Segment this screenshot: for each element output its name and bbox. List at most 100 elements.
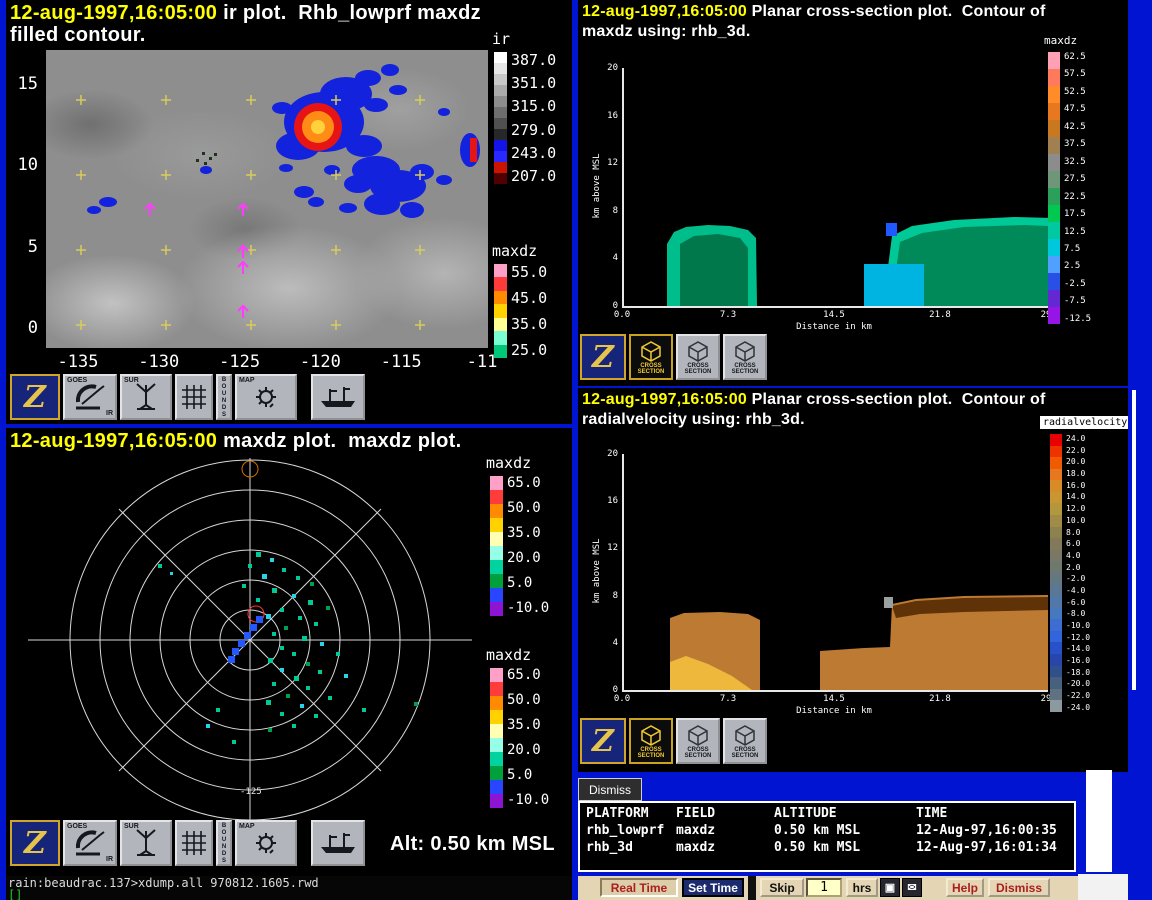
grid-button[interactable] [175, 820, 213, 866]
colorbar-value: -20.0 [1066, 679, 1090, 688]
map-button[interactable]: MAP [235, 374, 297, 420]
tick-label: 7.3 [720, 694, 736, 704]
map-button[interactable]: MAP [235, 820, 297, 866]
window-icon[interactable]: ▣ [880, 878, 900, 897]
xsec1-y-axis: 201612840 [600, 68, 618, 306]
bounds-button[interactable]: BOUNDS [216, 374, 232, 420]
tick-label: -125 [219, 352, 260, 372]
ship-button[interactable] [311, 374, 365, 420]
colorbar-value: -16.0 [1066, 656, 1090, 665]
radialvelocity-cross-section-plot[interactable] [622, 454, 1048, 692]
taskbar-dismiss-button[interactable]: Dismiss [988, 878, 1050, 897]
cross-section-button[interactable]: CROSSSECTION [629, 334, 673, 380]
xsec2-title-time: 12-aug-1997,16:05:00 [582, 391, 747, 408]
table-cell: 12-Aug-97,16:00:35 [916, 823, 1074, 840]
info-dismiss-button[interactable]: Dismiss [578, 778, 642, 801]
time-control-taskbar: Real Time Set Time Skip hrs ▣ ✉ Help Dis… [578, 876, 1078, 900]
hrs-button[interactable]: hrs [846, 878, 878, 897]
colorbar-value: 20.0 [1066, 457, 1090, 466]
tick-label: 21.8 [929, 310, 951, 320]
colorbar-value: -10.0 [507, 601, 549, 616]
xsec2-x-axis-label: Distance in km [622, 706, 1046, 716]
cross-section-button[interactable]: CROSSSECTION [723, 334, 767, 380]
terminal-window[interactable]: rain:beaudrac.137>xdump.all 970812.1605.… [6, 876, 572, 900]
colorbar-value: 5.0 [507, 576, 549, 591]
xsec1-y-axis-label: km above MSL [592, 141, 602, 231]
ship-button[interactable] [311, 820, 365, 866]
colorbar-value: 20.0 [507, 743, 549, 758]
tick-label: 14.5 [823, 310, 845, 320]
zeb-logo-button[interactable]: Z [580, 718, 626, 764]
colorbar-value: 50.0 [507, 693, 549, 708]
cross-section-button-label: CROSSSECTION [685, 363, 712, 375]
colorbar-value: 279.0 [511, 122, 556, 138]
ir-colorbar: 387.0351.0315.0279.0243.0207.0 [494, 52, 556, 184]
colorbar-value: 17.5 [1064, 209, 1091, 219]
colorbar-value: -24.0 [1066, 703, 1090, 712]
tick-label: 20 [607, 449, 618, 459]
mail-icon[interactable]: ✉ [902, 878, 922, 897]
zeb-logo-button[interactable]: Z [580, 334, 626, 380]
colorbar-value: 52.5 [1064, 87, 1091, 97]
tick-label: -120 [300, 352, 341, 372]
table-cell: ALTITUDE [774, 806, 916, 823]
sur-button[interactable]: SUR [120, 374, 172, 420]
tick-label: 5 [28, 237, 38, 257]
colorbar-value: -7.5 [1064, 296, 1091, 306]
table-cell: FIELD [676, 806, 774, 823]
xsec1-toolbar: ZCROSSSECTIONCROSSSECTIONCROSSSECTION [580, 334, 767, 380]
radar-title-time: 12-aug-1997,16:05:00 [10, 430, 217, 452]
cross-section-button[interactable]: CROSSSECTION [629, 718, 673, 764]
colorbar-value: 387.0 [511, 52, 556, 68]
skip-value-input[interactable] [806, 878, 842, 897]
ir-title-line2: filled contour. [10, 24, 146, 47]
tick-label: 14.5 [823, 694, 845, 704]
skip-button[interactable]: Skip [760, 878, 804, 897]
colorbar-gradient [494, 52, 507, 184]
toolbar-button-label: GOES [67, 377, 87, 384]
cross-section-button[interactable]: CROSSSECTION [676, 718, 720, 764]
goes-ir-button[interactable]: GOESIR [63, 374, 117, 420]
ir-x-axis: -135-130-125-120-115-11 [78, 352, 482, 370]
colorbar-value: 35.0 [507, 718, 549, 733]
border-scroll-indicator[interactable] [1132, 390, 1136, 690]
xsec2-colorbar: 24.022.020.018.016.014.012.010.08.06.04.… [1050, 434, 1090, 712]
zeb-logo-button[interactable]: Z [10, 374, 60, 420]
sur-button[interactable]: SUR [120, 820, 172, 866]
goes-ir-button[interactable]: GOESIR [63, 820, 117, 866]
maxdz-cross-section-plot[interactable] [622, 68, 1048, 308]
colorbar-value: 45.0 [511, 290, 547, 306]
grid-button[interactable] [175, 374, 213, 420]
colorbar-values: 65.050.035.020.05.0-10.0 [507, 668, 549, 808]
bounds-button[interactable]: BOUNDS [216, 820, 232, 866]
cross-section-button[interactable]: CROSSSECTION [723, 718, 767, 764]
colorbar-value: 57.5 [1064, 69, 1091, 79]
tick-label: 16 [607, 111, 618, 121]
set-time-button[interactable]: Set Time [682, 878, 744, 897]
help-button[interactable]: Help [946, 878, 984, 897]
table-cell: TIME [916, 806, 1074, 823]
colorbar-value: 8.0 [1066, 528, 1090, 537]
colorbar-value: 2.5 [1064, 261, 1091, 271]
radar-ppi-display[interactable]: -125 [10, 456, 486, 820]
ir-y-axis: 151050 [12, 84, 38, 328]
table-cell: 0.50 km MSL [774, 823, 916, 840]
radar-range-label: -125 [240, 787, 262, 797]
colorbar-value: 35.0 [511, 316, 547, 332]
panel-radar-plot: 12-aug-1997,16:05:00 maxdz plot. maxdz p… [6, 428, 572, 876]
real-time-button[interactable]: Real Time [600, 878, 678, 897]
colorbar-value: -10.0 [1066, 621, 1090, 630]
scrollbar[interactable] [1086, 770, 1112, 872]
colorbar-gradient [490, 476, 503, 616]
radar-colorbar-label-1: maxdz [486, 454, 531, 472]
satellite-image[interactable] [46, 50, 488, 348]
zeb-logo-button[interactable]: Z [10, 820, 60, 866]
panel-cross-section-maxdz: 12-aug-1997,16:05:00 Planar cross-sectio… [578, 0, 1128, 386]
colorbar-value: 351.0 [511, 75, 556, 91]
colorbar-value: 315.0 [511, 98, 556, 114]
cross-section-button-label: CROSSSECTION [685, 747, 712, 759]
colorbar-value: 37.5 [1064, 139, 1091, 149]
cross-section-button[interactable]: CROSSSECTION [676, 334, 720, 380]
tick-label: 7.3 [720, 310, 736, 320]
tick-label: 21.8 [929, 694, 951, 704]
